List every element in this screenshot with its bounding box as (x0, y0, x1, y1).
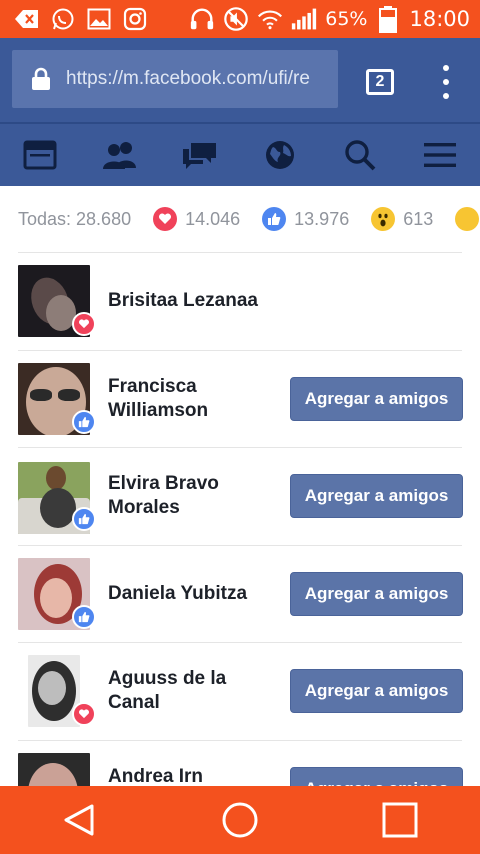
person-name[interactable]: Aguuss de la Canal (108, 667, 278, 715)
messages-icon[interactable] (180, 135, 220, 175)
person-name[interactable]: Brisitaa Lezanaa (108, 289, 308, 313)
reaction-filter-love[interactable]: 14.046 (153, 207, 240, 231)
like-badge-icon (72, 604, 96, 629)
reactions-list: Brisitaa Lezanaa Francisca Williamson Ag… (0, 253, 480, 838)
gallery-icon (86, 6, 112, 32)
person-name[interactable]: Andrea Irn (108, 765, 278, 789)
reaction-filter-all[interactable]: Todas: 28.680 (18, 209, 131, 230)
like-badge-icon (72, 507, 96, 531)
facebook-nav-bar (0, 122, 480, 186)
battery-icon (375, 6, 401, 33)
reaction-filter-wow[interactable]: 613 (371, 207, 433, 231)
add-friend-button[interactable]: Agregar a amigos (290, 376, 463, 421)
love-reaction-icon (153, 207, 178, 231)
person-name[interactable]: Francisca Williamson (108, 375, 278, 423)
love-badge-icon (72, 702, 96, 726)
wow-count: 613 (403, 208, 434, 229)
friends-icon[interactable] (100, 135, 140, 175)
battery-percent: 65% (325, 8, 368, 30)
reaction-summary: Todas: 28.680 14.046 13.976 613 (18, 200, 480, 238)
reaction-filter-more[interactable] (455, 207, 480, 231)
search-icon[interactable] (340, 135, 380, 175)
more-reaction-icon (455, 207, 480, 231)
person-name[interactable]: Daniela Yubitza (108, 582, 308, 606)
add-friend-button[interactable]: Agregar a amigos (290, 474, 463, 518)
like-reaction-icon (262, 207, 287, 231)
notifications-globe-icon[interactable] (260, 135, 300, 175)
news-feed-icon[interactable] (20, 135, 60, 175)
love-count: 14.046 (185, 208, 241, 229)
lock-icon (32, 67, 50, 90)
back-notification-icon (14, 6, 40, 32)
signal-icon (291, 6, 317, 32)
list-item: Elvira Bravo Morales Agregar a amigos (18, 448, 463, 546)
add-friend-button[interactable]: Agregar a amigos (290, 669, 463, 713)
system-nav-bar (0, 786, 480, 854)
list-item: Brisitaa Lezanaa (18, 253, 462, 351)
list-item: Aguuss de la Canal Agregar a amigos (18, 643, 463, 741)
mute-icon (223, 6, 249, 32)
menu-icon[interactable] (420, 135, 460, 175)
headphones-icon (189, 6, 215, 32)
url-text[interactable]: https://m.facebook.com/ufi/re (66, 68, 336, 90)
love-badge-icon (72, 312, 96, 336)
tab-count: 2 (375, 73, 385, 90)
tab-switcher-button[interactable]: 2 (366, 69, 394, 95)
clock: 18:00 (409, 7, 470, 31)
instagram-icon (122, 6, 148, 32)
browser-toolbar: https://m.facebook.com/ufi/re 2 (0, 38, 480, 159)
address-bar[interactable]: https://m.facebook.com/ufi/re (12, 50, 338, 108)
reaction-filter-like[interactable]: 13.976 (262, 207, 349, 231)
wifi-icon (257, 6, 283, 32)
list-item: Francisca Williamson Agregar a amigos (18, 351, 463, 448)
like-badge-icon (72, 409, 96, 434)
reaction-all-label: Todas: 28.680 (18, 208, 132, 229)
add-friend-button[interactable]: Agregar a amigos (290, 571, 463, 616)
back-icon[interactable] (58, 798, 102, 842)
wow-reaction-icon (371, 207, 396, 231)
home-icon[interactable] (218, 798, 262, 842)
status-bar: 65% 18:00 (0, 0, 480, 38)
like-count: 13.976 (294, 208, 350, 229)
whatsapp-icon (50, 6, 76, 32)
recents-icon[interactable] (378, 798, 422, 842)
browser-menu-button[interactable] (436, 65, 456, 99)
person-name[interactable]: Elvira Bravo Morales (108, 472, 278, 520)
list-item: Daniela Yubitza Agregar a amigos (18, 546, 463, 643)
